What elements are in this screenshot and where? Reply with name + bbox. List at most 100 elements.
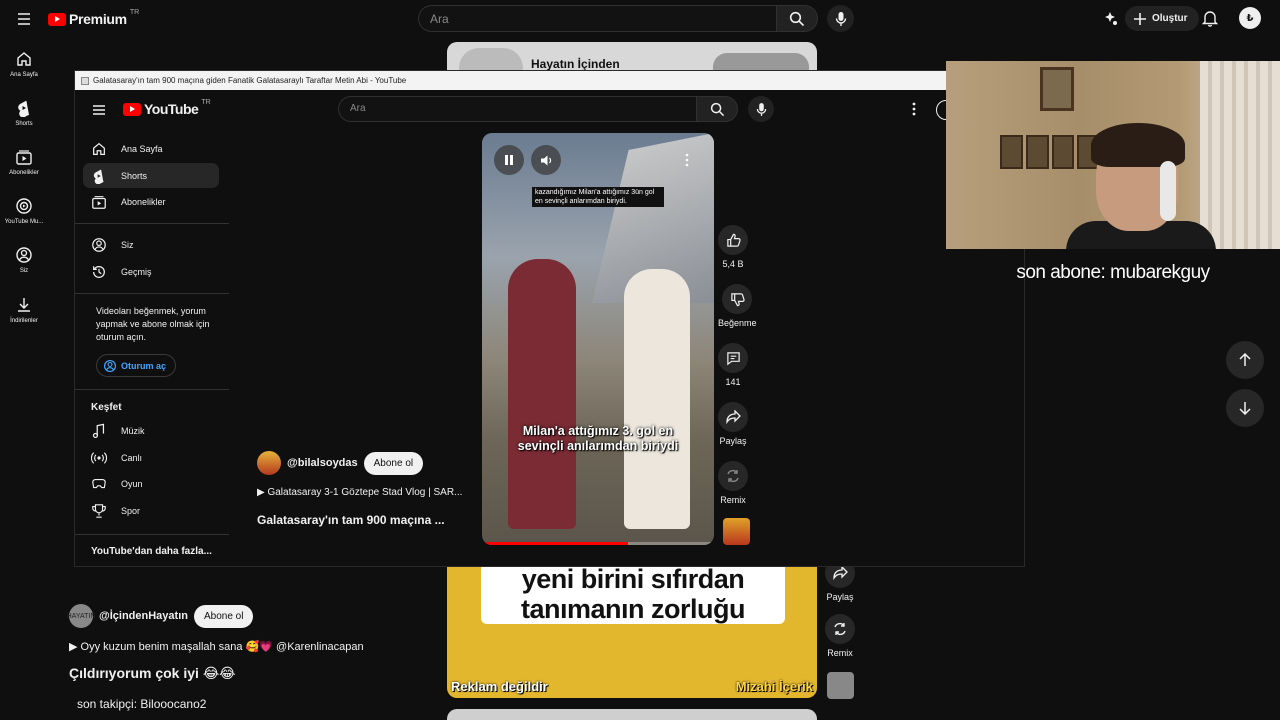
channel-name[interactable]: @İçindenHayatın xyxy=(99,610,188,622)
mini-sidebar-shorts[interactable]: Shorts xyxy=(0,99,48,127)
channel-avatar[interactable]: HAYATIN xyxy=(67,604,95,628)
menu-icon[interactable] xyxy=(91,102,107,118)
mini-sidebar-downloads[interactable]: İndirilenler xyxy=(0,296,48,324)
subscriptions-icon xyxy=(92,195,106,209)
page-favicon-icon xyxy=(81,76,89,85)
back-remix-action[interactable]: Remix xyxy=(825,614,855,658)
mini-sidebar-you[interactable]: Siz xyxy=(0,246,48,274)
short-video-player[interactable]: kazandığımız Milan'a attığımız 3ün gol e… xyxy=(482,133,714,545)
channel-name[interactable]: @bilalsoydas xyxy=(287,457,358,469)
webcam-overlay xyxy=(946,61,1280,249)
popup-browser-window: Galatasaray'ın tam 900 maçına giden Fana… xyxy=(74,70,1025,567)
cast-ai-icon[interactable] xyxy=(1102,10,1118,26)
sidebar-item-home[interactable]: Ana Sayfa xyxy=(83,136,219,161)
gaming-icon xyxy=(92,478,106,488)
like-action[interactable]: 5,4 B xyxy=(718,225,748,269)
sidebar-item-live[interactable]: Canlı xyxy=(83,445,219,470)
sidebar-item-history[interactable]: Geçmiş xyxy=(83,259,219,284)
mini-sidebar-home[interactable]: Ana Sayfa xyxy=(0,50,48,78)
youtube-logo-icon xyxy=(123,102,141,116)
subscribe-button[interactable]: Abone ol xyxy=(363,451,424,475)
search-input[interactable]: Ara xyxy=(418,5,776,32)
short-title: Galatasaray'ın tam 900 maçına ... xyxy=(257,513,445,527)
sidebar-item-gaming[interactable]: Oyun xyxy=(83,471,219,496)
shorts-icon xyxy=(93,169,104,184)
sidebar-item-shorts[interactable]: Shorts xyxy=(83,163,219,188)
voice-search-button[interactable] xyxy=(748,96,774,122)
youtube-logo-icon xyxy=(48,12,66,26)
comment-icon[interactable] xyxy=(718,343,748,373)
subscribe-button[interactable]: Abone ol xyxy=(193,604,254,628)
sound-source-thumbnail[interactable] xyxy=(723,518,750,545)
comments-action[interactable]: 141 xyxy=(718,343,748,387)
live-icon xyxy=(91,451,107,464)
window-titlebar[interactable]: Galatasaray'ın tam 900 maçına giden Fana… xyxy=(75,71,1024,90)
pause-button[interactable] xyxy=(494,145,524,175)
stream-follower-overlay: son takipçi: Bilooocano2 xyxy=(77,697,207,711)
you-icon xyxy=(92,237,106,252)
more-options-icon[interactable] xyxy=(909,102,919,116)
sign-in-button[interactable]: Oturum aç xyxy=(96,354,177,377)
search-icon xyxy=(710,102,724,116)
shorts-icon xyxy=(18,100,30,117)
channel-avatar[interactable] xyxy=(257,451,281,475)
share-icon[interactable] xyxy=(718,402,748,432)
sports-icon xyxy=(92,503,106,518)
arrow-up-icon xyxy=(1239,353,1251,366)
menu-icon[interactable] xyxy=(14,9,34,29)
search-icon xyxy=(789,11,805,26)
you-icon xyxy=(16,247,32,263)
search-button[interactable] xyxy=(776,5,818,32)
next-short-video[interactable]: yeni birini sıfırdan tanımanın zorluğu R… xyxy=(447,566,817,698)
sidebar-item-music[interactable]: Müzik xyxy=(83,418,219,443)
music-icon xyxy=(92,423,105,438)
remix-icon[interactable] xyxy=(825,614,855,644)
person-right xyxy=(624,269,690,529)
youtube-logo[interactable]: YouTube TR xyxy=(123,99,211,117)
plus-icon xyxy=(1134,12,1146,25)
playback-progress-bar[interactable] xyxy=(482,542,714,545)
more-from-youtube-heading: YouTube'dan daha fazla... xyxy=(91,546,212,557)
next-short-button[interactable] xyxy=(1226,389,1264,427)
sidebar-item-subscriptions[interactable]: Abonelikler xyxy=(83,189,219,214)
search-input[interactable]: Ara xyxy=(338,96,696,122)
mini-sidebar-youtube-music[interactable]: YouTube Mu... xyxy=(0,197,48,225)
share-action[interactable]: Paylaş xyxy=(718,402,748,446)
subscriptions-icon xyxy=(16,150,32,165)
dislike-action[interactable]: Beğenme xyxy=(718,284,757,328)
playback-progress-fill xyxy=(482,542,629,545)
back-sound-thumbnail[interactable] xyxy=(827,672,854,699)
short-subtitle: kazandığımız Milan'a attığımız 3ün gol e… xyxy=(532,187,664,207)
download-icon xyxy=(18,298,30,312)
volume-button[interactable] xyxy=(531,145,561,175)
headphones xyxy=(1160,161,1176,221)
account-avatar[interactable]: ₺ xyxy=(1239,7,1261,29)
mic-icon xyxy=(835,11,846,26)
streamer-hair xyxy=(1091,123,1185,167)
remix-icon[interactable] xyxy=(718,461,748,491)
pause-icon xyxy=(505,155,513,165)
sidebar-divider xyxy=(75,534,229,535)
previous-short-card[interactable]: Hayatın İçinden xyxy=(447,42,817,72)
mini-sidebar-subscriptions[interactable]: Abonelikler xyxy=(0,148,48,176)
remix-action[interactable]: Remix xyxy=(718,461,748,505)
related-video-link[interactable]: ▶ Galatasaray 3-1 Göztepe Stad Vlog | SA… xyxy=(257,487,462,498)
front-channel-row: @bilalsoydas Abone ol xyxy=(257,451,424,475)
short-more-options-icon[interactable] xyxy=(684,153,690,167)
youtube-premium-logo[interactable]: Premium TR xyxy=(48,9,139,29)
related-video-link[interactable]: ▶ Oyy kuzum benim maşallah sana 🥰💗 @Kare… xyxy=(69,640,364,653)
previous-short-button[interactable] xyxy=(1226,341,1264,379)
create-button[interactable]: Oluştur xyxy=(1125,6,1199,31)
sidebar-item-sports[interactable]: Spor xyxy=(83,498,219,523)
home-icon xyxy=(93,142,105,155)
dislike-icon[interactable] xyxy=(722,284,753,314)
voice-search-button[interactable] xyxy=(827,5,854,32)
notifications-bell-icon[interactable] xyxy=(1202,10,1218,27)
search-button[interactable] xyxy=(696,96,738,122)
sidebar-item-you[interactable]: Siz xyxy=(83,232,219,257)
previous-short-title: Hayatın İçinden xyxy=(531,57,620,71)
youtube-music-icon xyxy=(16,198,32,214)
like-icon[interactable] xyxy=(718,225,748,255)
window-title: Galatasaray'ın tam 900 maçına giden Fana… xyxy=(93,76,407,85)
user-circle-icon xyxy=(103,359,117,372)
